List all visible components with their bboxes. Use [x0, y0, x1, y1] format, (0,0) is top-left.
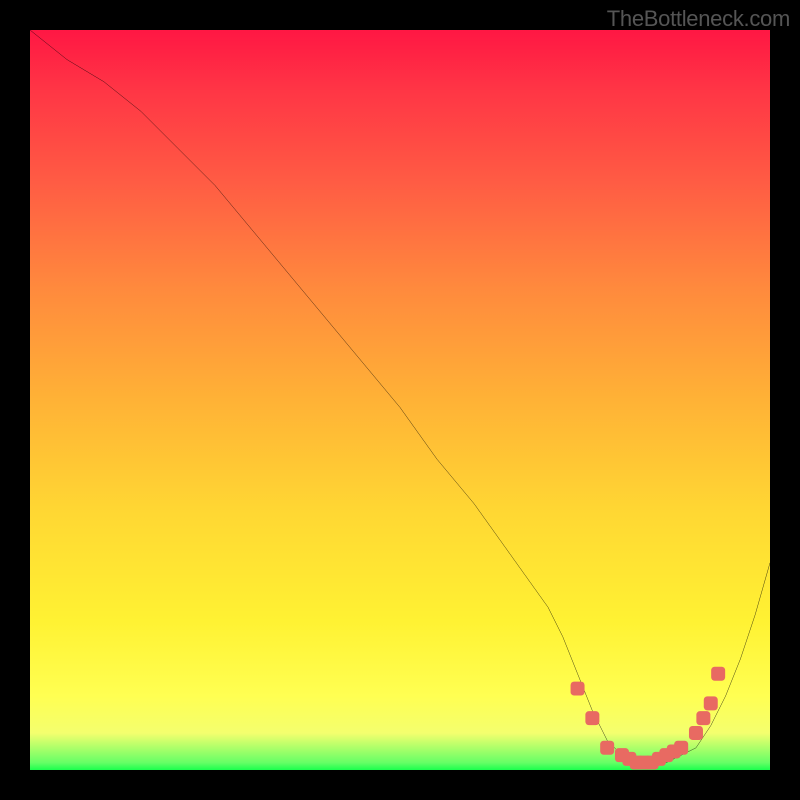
marker-dot — [696, 711, 710, 725]
marker-dot — [585, 711, 599, 725]
watermark-text: TheBottleneck.com — [607, 6, 790, 32]
bottleneck-curve — [30, 30, 770, 763]
marker-dot — [704, 696, 718, 710]
marker-dot — [571, 682, 585, 696]
marker-dot — [711, 667, 725, 681]
marker-dot — [600, 741, 614, 755]
plot-area — [30, 30, 770, 770]
chart-frame: TheBottleneck.com — [0, 0, 800, 800]
optimal-zone-dots — [571, 667, 726, 770]
marker-dot — [689, 726, 703, 740]
marker-dot — [674, 741, 688, 755]
curve-overlay — [30, 30, 770, 770]
